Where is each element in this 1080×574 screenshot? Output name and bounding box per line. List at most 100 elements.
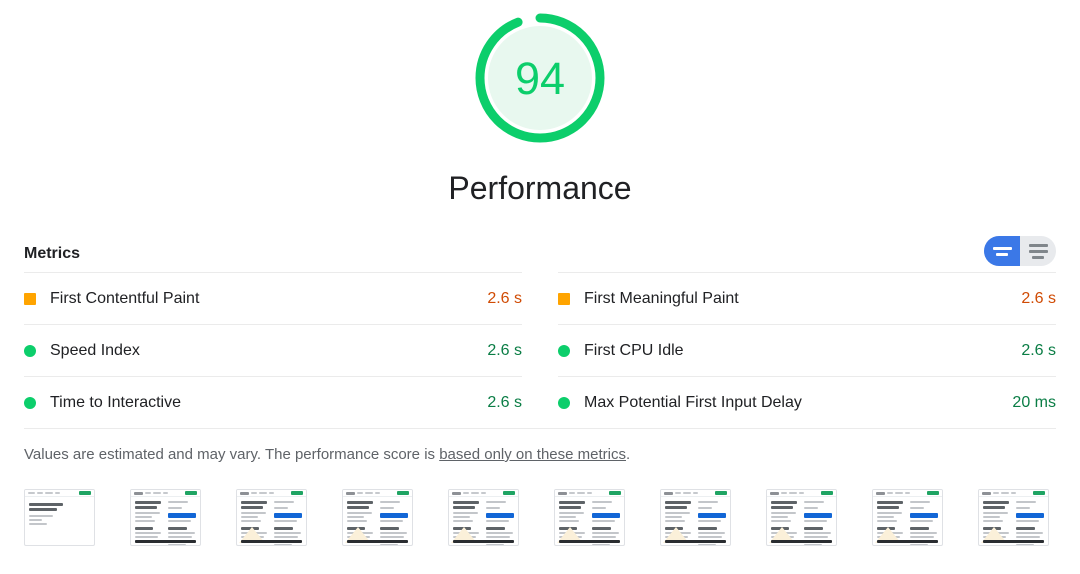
mini-page-topbar: [131, 490, 200, 497]
mini-column: [877, 501, 906, 524]
mini-primary-button: [273, 513, 302, 518]
metric-row[interactable]: Time to Interactive 2.6 s: [24, 376, 522, 428]
mini-nav-line: [789, 492, 797, 494]
mini-text-line: [559, 520, 579, 522]
mini-text-line: [697, 532, 725, 534]
mini-text-line: [379, 507, 394, 509]
filmstrip-thumbnail[interactable]: [130, 489, 201, 546]
metric-row[interactable]: First Meaningful Paint 2.6 s: [558, 272, 1056, 324]
mini-heading: [29, 508, 58, 511]
mini-primary-button: [379, 513, 408, 518]
performance-gauge[interactable]: 94: [470, 8, 610, 148]
mini-column: [167, 501, 196, 524]
mini-text-line: [909, 532, 937, 534]
mini-heading: [29, 503, 64, 506]
filmstrip-thumbnail[interactable]: [24, 489, 95, 546]
metric-good-circle-icon: [24, 396, 36, 409]
metric-row[interactable]: Speed Index 2.6 s: [24, 324, 522, 376]
list-icon-line-3: [1032, 255, 1044, 259]
mini-column: [803, 501, 832, 524]
mini-text-line: [29, 515, 54, 517]
mini-nav-line: [993, 492, 999, 494]
mini-page-body: [873, 497, 942, 545]
mini-cta-button: [185, 491, 197, 495]
list-icon-line-1: [1028, 243, 1048, 247]
filmstrip-thumbnail[interactable]: [554, 489, 625, 546]
filmstrip-thumbnail[interactable]: [872, 489, 943, 546]
mini-logo: [240, 491, 249, 495]
filmstrip-thumbnail[interactable]: [448, 489, 519, 546]
mini-text-line: [167, 536, 192, 538]
metric-average-square-icon: [24, 292, 36, 305]
mini-cta-button: [715, 491, 727, 495]
metric-row[interactable]: First Contentful Paint 2.6 s: [24, 272, 522, 324]
metrics-view-toggle[interactable]: [984, 236, 1056, 266]
filmstrip-thumbnail[interactable]: [660, 489, 731, 546]
mini-logo: [770, 491, 779, 495]
mini-text-line: [453, 516, 471, 518]
mini-nav-line: [145, 492, 151, 494]
mini-column: [379, 527, 409, 545]
filmstrip-thumbnail[interactable]: [766, 489, 837, 546]
mini-nav-line: [37, 492, 43, 494]
disclaimer-link[interactable]: based only on these metrics: [439, 446, 626, 463]
mini-text-line: [697, 536, 722, 538]
mini-heading: [453, 506, 476, 509]
mini-heading: [347, 501, 374, 504]
mini-columns: [983, 501, 1044, 524]
filmstrip-thumbnail[interactable]: [342, 489, 413, 546]
mini-text-line: [591, 520, 616, 522]
mini-page-body: [25, 497, 94, 545]
mini-text-line: [1015, 501, 1037, 503]
mini-text-line: [241, 512, 267, 514]
mini-page-body: [979, 497, 1048, 545]
filmstrip-view-toggle-button[interactable]: [984, 236, 1020, 266]
mini-text-line: [453, 520, 473, 522]
mini-text-line: [379, 532, 407, 534]
disclaimer-text-before: Values are estimated and may vary. The p…: [24, 446, 440, 463]
mini-text-line: [485, 532, 513, 534]
mini-heading: [771, 506, 794, 509]
mini-cta-button: [291, 491, 303, 495]
mini-text-line: [273, 507, 288, 509]
metric-label: First CPU Idle: [584, 341, 684, 359]
metric-row[interactable]: First CPU Idle 2.6 s: [558, 324, 1056, 376]
mini-column: [167, 527, 197, 545]
filmstrip-thumbnail[interactable]: [978, 489, 1049, 546]
mini-nav-line: [269, 492, 274, 494]
mini-nav-line: [693, 492, 698, 494]
filmstrip-icon-line-2: [996, 252, 1008, 256]
metric-row[interactable]: Max Potential First Input Delay 20 ms: [558, 376, 1056, 428]
mini-text-line: [29, 519, 43, 521]
mini-text-line: [803, 536, 828, 538]
mini-primary-button: [167, 513, 196, 518]
mini-text-line: [273, 544, 293, 545]
mini-column: [485, 527, 515, 545]
mini-text-line: [983, 516, 1001, 518]
metric-value: 20 ms: [1012, 393, 1056, 411]
mini-nav-line: [163, 492, 168, 494]
mini-text-line: [29, 523, 48, 525]
mini-page-topbar: [661, 490, 730, 497]
mini-column: [485, 501, 514, 524]
mini-nav-line: [887, 492, 893, 494]
mini-nav-line: [463, 492, 469, 494]
filmstrip-thumbnail[interactable]: [236, 489, 307, 546]
filmstrip-thumbnail-image: [342, 489, 413, 546]
mini-text-line: [559, 512, 585, 514]
metrics-column-right: First Meaningful Paint 2.6 s First CPU I…: [558, 272, 1056, 428]
list-view-toggle-button[interactable]: [1020, 236, 1056, 266]
metrics-column-left: First Contentful Paint 2.6 s Speed Index…: [24, 272, 522, 428]
mini-logo: [134, 491, 143, 495]
mini-nav-line: [587, 492, 592, 494]
mini-text-line: [803, 520, 828, 522]
mini-primary-button: [803, 513, 832, 518]
mini-text-line: [803, 532, 831, 534]
mini-nav-line: [45, 492, 53, 494]
mini-heading: [559, 501, 586, 504]
performance-gauge-section: 94 Performance: [0, 0, 1080, 206]
mini-logo: [664, 491, 673, 495]
filmstrip-thumbnail-image: [766, 489, 837, 546]
mini-column: [135, 527, 164, 545]
mini-column: [347, 501, 376, 524]
